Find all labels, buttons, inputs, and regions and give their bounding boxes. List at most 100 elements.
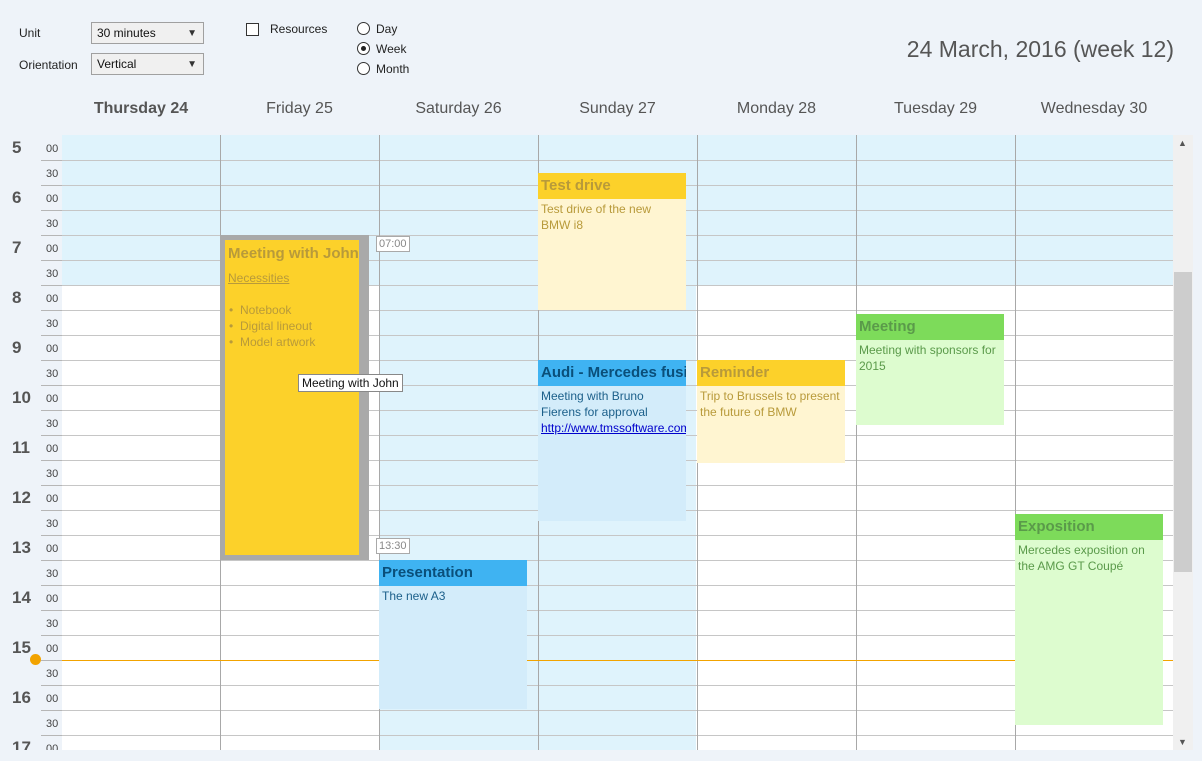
event-body: Necessities Notebook Digital lineout Mod…: [225, 268, 359, 352]
minute-label: 00: [46, 593, 59, 605]
scrollbar-thumb[interactable]: [1174, 272, 1192, 572]
minute-label: 30: [46, 418, 59, 430]
time-tick: [41, 185, 62, 186]
hour-label: 13: [12, 538, 31, 557]
orientation-select-value: Vertical: [97, 57, 137, 71]
time-tick: [41, 335, 62, 336]
minute-label: 30: [46, 318, 59, 330]
view-day-label: Day: [376, 22, 398, 36]
time-tick: [41, 710, 62, 711]
day-header-wednesday[interactable]: Wednesday 30: [1015, 100, 1173, 122]
event-test-drive[interactable]: Test drive Test drive of the new BMW i8: [538, 173, 686, 310]
chevron-down-icon: ▼: [187, 28, 197, 39]
event-meeting[interactable]: Meeting Meeting with sponsors for 2015: [856, 314, 1004, 425]
minute-label: 30: [46, 568, 59, 580]
minute-label: 00: [46, 393, 59, 405]
time-tick: [41, 535, 62, 536]
minute-label: 00: [46, 193, 59, 205]
scroll-down-icon[interactable]: ▼: [1178, 737, 1187, 747]
hour-label: 10: [12, 388, 31, 407]
minute-label: 30: [46, 668, 59, 680]
hour-label: 17: [12, 738, 31, 750]
event-reminder[interactable]: Reminder Trip to Brussels to present the…: [697, 360, 845, 463]
minute-label: 30: [46, 718, 59, 730]
event-start-time-tag: 07:00: [376, 236, 410, 252]
time-tick: [41, 460, 62, 461]
orientation-select[interactable]: Vertical ▼: [91, 53, 204, 75]
event-meeting-with-john[interactable]: Meeting with John Necessities Notebook D…: [220, 235, 369, 560]
event-tooltip: Meeting with John: [298, 374, 403, 392]
day-divider: [856, 135, 857, 750]
resources-checkbox[interactable]: [246, 23, 259, 36]
current-time-marker: [30, 654, 41, 665]
hour-label: 5: [12, 138, 22, 157]
event-exposition[interactable]: Exposition Mercedes exposition on the AM…: [1015, 514, 1163, 725]
view-month-label: Month: [376, 62, 410, 76]
minute-label: 00: [46, 443, 59, 455]
slot-line: [62, 710, 1173, 711]
time-tick: [41, 485, 62, 486]
time-tick: [41, 560, 62, 561]
hour-label: 16: [12, 688, 31, 707]
time-tick: [41, 585, 62, 586]
minute-label: 30: [46, 618, 59, 630]
time-tick: [41, 310, 62, 311]
hour-label: 15: [12, 638, 31, 657]
view-week-radio[interactable]: [357, 42, 370, 55]
time-tick: [41, 160, 62, 161]
event-checklist: Notebook Digital lineout Model artwork: [228, 302, 356, 350]
minute-label: 00: [46, 543, 59, 555]
unit-label: Unit: [19, 26, 41, 40]
day-header-tuesday[interactable]: Tuesday 29: [856, 100, 1015, 122]
view-day-radio[interactable]: [357, 22, 370, 35]
event-body: Test drive of the new BMW i8: [538, 199, 686, 310]
event-end-time-tag: 13:30: [376, 538, 410, 554]
day-header-saturday[interactable]: Saturday 26: [379, 100, 538, 122]
event-presentation[interactable]: Presentation The new A3: [379, 560, 527, 709]
event-body: Mercedes exposition on the AMG GT Coupé: [1015, 540, 1163, 725]
time-tick: [41, 610, 62, 611]
slot-line: [62, 735, 1173, 736]
day-header-monday[interactable]: Monday 28: [697, 100, 856, 122]
slot-line: [62, 160, 1173, 161]
hour-label: 14: [12, 588, 31, 607]
unit-select-value: 30 minutes: [97, 26, 156, 40]
hour-label: 12: [12, 488, 31, 507]
unit-select[interactable]: 30 minutes ▼: [91, 22, 204, 44]
minute-label: 00: [46, 143, 59, 155]
event-body: The new A3: [379, 586, 527, 709]
resources-label: Resources: [270, 22, 328, 36]
time-tick: [41, 635, 62, 636]
vertical-scrollbar[interactable]: ▲ ▼: [1173, 135, 1193, 750]
time-tick: [41, 210, 62, 211]
minute-label: 30: [46, 468, 59, 480]
slot-line: [62, 585, 1173, 586]
current-time-line: [62, 660, 1173, 661]
event-title: Audi - Mercedes fusion: [538, 360, 686, 386]
orientation-label: Orientation: [19, 58, 78, 72]
time-tick: [41, 260, 62, 261]
event-url-link[interactable]: http://www.tmssoftware.com: [541, 420, 686, 436]
day-header-thursday[interactable]: Thursday 24: [62, 100, 220, 122]
list-item: Digital lineout: [229, 318, 356, 334]
event-title: Reminder: [697, 360, 845, 386]
view-month-radio[interactable]: [357, 62, 370, 75]
minute-label: 00: [46, 243, 59, 255]
event-link-necessities[interactable]: Necessities: [228, 270, 356, 286]
view-week-label: Week: [376, 42, 407, 56]
time-tick: [41, 385, 62, 386]
calendar-grid[interactable]: Meeting with John Necessities Notebook D…: [62, 135, 1173, 750]
day-header-friday[interactable]: Friday 25: [220, 100, 379, 122]
minute-label: 30: [46, 368, 59, 380]
day-header-sunday[interactable]: Sunday 27: [538, 100, 697, 122]
scroll-up-icon[interactable]: ▲: [1178, 138, 1187, 148]
hour-label: 7: [12, 238, 22, 257]
slot-line: [62, 635, 1173, 636]
event-title: Exposition: [1015, 514, 1163, 540]
event-title: Test drive: [538, 173, 686, 199]
minute-label: 00: [46, 743, 59, 750]
time-tick: [41, 360, 62, 361]
time-tick: [41, 235, 62, 236]
event-audi-mercedes[interactable]: Audi - Mercedes fusion Meeting with Brun…: [538, 360, 686, 521]
minute-label: 00: [46, 693, 59, 705]
